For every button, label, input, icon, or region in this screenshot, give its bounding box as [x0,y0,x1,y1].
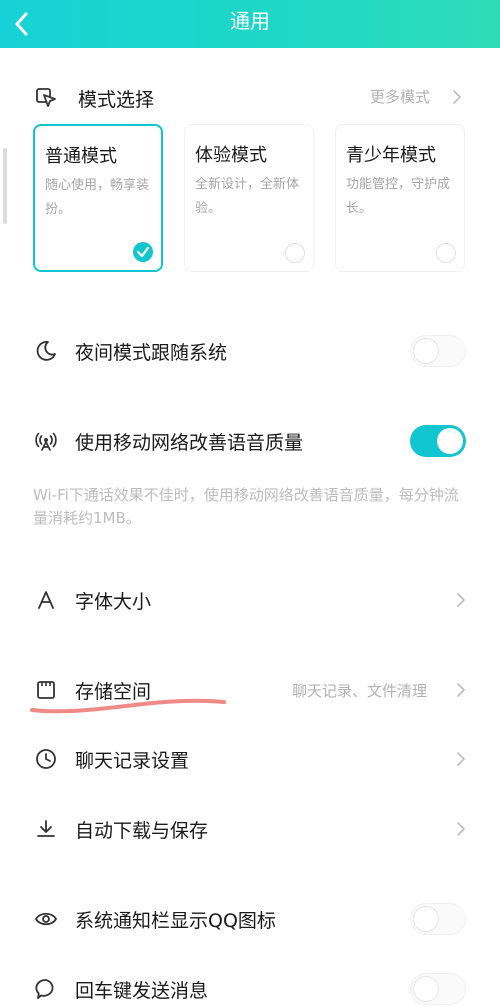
auto-download-label: 自动下载与保存 [75,820,209,842]
setting-chat-history[interactable]: 聊天记录设置 [0,733,500,785]
chat-bubble-icon [35,979,54,999]
toggle-knob [437,428,463,454]
chevron-right-icon [457,822,465,836]
font-a-icon [38,591,54,609]
moon-icon [36,341,56,361]
chevron-right-icon [457,752,465,766]
mobile-voice-label: 使用移动网络改善语音质量 [75,432,304,454]
chevron-right-icon [457,593,465,607]
mode-card-title: 普通模式 [45,146,117,167]
eye-icon [35,912,57,926]
enter-send-toggle[interactable] [410,973,466,1005]
toggle-knob [413,976,439,1002]
notif-icon-label: 系统通知栏显示QQ图标 [75,910,276,932]
mobile-voice-toggle[interactable] [410,425,466,457]
chevron-right-icon [457,683,465,697]
storage-hint: 聊天记录、文件清理 [292,682,428,700]
mode-card-youth[interactable]: 青少年模式 功能管控，守护成长。 [335,124,465,272]
header-bar: 通用 [0,0,500,48]
enter-send-label: 回车键发送消息 [75,980,209,1002]
radio-icon [285,243,305,263]
mode-card-title: 青少年模式 [346,145,436,166]
more-modes-link[interactable]: 更多模式 [370,86,430,107]
night-mode-label: 夜间模式跟随系统 [75,342,228,364]
signal-antenna-icon [35,432,57,451]
page-title: 通用 [230,9,270,33]
night-mode-toggle[interactable] [410,335,466,367]
download-icon [37,820,55,837]
scrollbar[interactable] [3,148,7,224]
font-size-label: 字体大小 [75,591,152,613]
mode-card-desc: 随心使用，畅享装扮。 [45,178,150,217]
mode-select-icon [36,88,56,107]
mode-section-title: 模式选择 [78,89,155,111]
clock-icon [36,749,56,769]
check-icon [133,242,153,262]
mobile-voice-description: Wi-Fi下通话效果不佳时，使用移动网络改善语音质量，每分钟流量消耗约1MB。 [33,486,459,527]
radio-icon [436,243,456,263]
chat-history-label: 聊天记录设置 [75,750,190,772]
mode-card-normal[interactable]: 普通模式 随心使用，畅享装扮。 [33,124,163,272]
mode-card-title: 体验模式 [195,145,267,166]
mode-card-desc: 功能管控，守护成长。 [346,177,451,216]
chevron-right-icon [453,90,461,104]
handwritten-underline-annotation [30,698,226,714]
toggle-knob [413,338,439,364]
setting-font-size[interactable]: 字体大小 [0,574,500,626]
notif-icon-toggle[interactable] [410,903,466,935]
mode-card-experience[interactable]: 体验模式 全新设计，全新体验。 [184,124,314,272]
setting-auto-download[interactable]: 自动下载与保存 [0,803,500,855]
mode-card-desc: 全新设计，全新体验。 [195,177,300,216]
toggle-knob [413,906,439,932]
